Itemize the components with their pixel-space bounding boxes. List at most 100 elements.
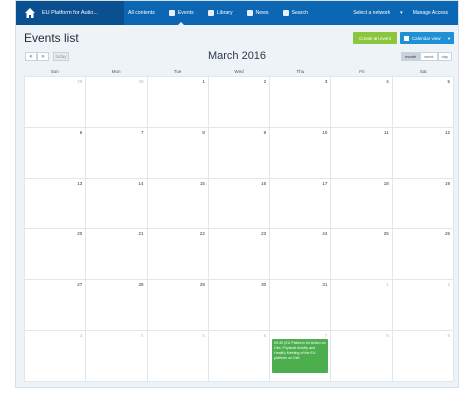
calendar-day-cell[interactable]: 16 <box>208 178 271 230</box>
calendar-week: 28 29 1 2 3 4 5 <box>25 77 454 128</box>
calendar-day-cell[interactable]: 21 <box>86 229 148 281</box>
calendar-day-cell[interactable]: 8 <box>331 331 393 382</box>
calendar-day-cell[interactable]: 6 <box>208 331 271 382</box>
chevron-right-icon: > <box>41 53 45 60</box>
calendar-day-cell[interactable]: 2 <box>392 280 454 332</box>
calendar-day-cell[interactable]: 18 <box>331 178 393 230</box>
calendar-day-cell[interactable]: 17 <box>270 178 332 230</box>
days-of-week: Sun Mon Tue Wed Thu Fri Sat <box>24 68 454 76</box>
view-day-button[interactable]: day <box>437 52 452 61</box>
calendar-day-cell[interactable]: 25 <box>331 229 393 281</box>
day-number: 23 <box>261 231 267 237</box>
calendar-week: 3 4 5 6 7 09:30 (EU Platform for Action on Di… <box>25 331 454 382</box>
calendar-day-cell[interactable]: 13 <box>25 178 87 230</box>
calendar-day-cell[interactable]: 5 <box>147 331 209 382</box>
calendar-pager: < > today <box>25 52 69 61</box>
day-number: 11 <box>384 129 389 135</box>
calendar-day-cell[interactable]: 9 <box>208 127 271 179</box>
day-number: 29 <box>138 79 144 84</box>
calendar-day-cell[interactable]: 5 <box>392 77 454 128</box>
calendar-day-cell[interactable]: 1 <box>147 77 209 128</box>
day-number: 9 <box>263 129 267 135</box>
calendar-day-cell[interactable]: 1 <box>331 280 393 332</box>
day-number: 4 <box>386 79 389 84</box>
day-number: 27 <box>77 282 83 288</box>
calendar-day-cell[interactable]: 20 <box>25 229 87 281</box>
dow-label: Tue <box>173 69 182 74</box>
view-week-button[interactable]: week <box>420 52 438 61</box>
create-event-button[interactable]: Create an event <box>353 32 397 44</box>
calendar-day-cell[interactable]: 26 <box>392 229 454 281</box>
top-navigation: EU Platform for Autio... All contents Ev… <box>16 1 458 25</box>
month-calendar: Sun Mon Tue Wed Thu Fri Sat 28 29 1 2 3 4 5 6 7 8… <box>24 68 454 382</box>
nav-events[interactable]: Events <box>168 1 194 25</box>
calendar-day-cell[interactable]: 31 <box>270 280 332 332</box>
select-network-dropdown[interactable]: Select a network <box>353 10 390 16</box>
day-number: 1 <box>202 79 205 84</box>
calendar-day-cell[interactable]: 9 <box>392 331 454 382</box>
day-number: 5 <box>447 79 450 84</box>
view-month-button[interactable]: month <box>401 52 421 61</box>
calendar-day-cell[interactable]: 14 <box>86 178 148 230</box>
calendar-day-cell[interactable]: 3 <box>270 77 332 128</box>
day-number: 25 <box>383 231 389 237</box>
calendar-day-cell[interactable]: 3 <box>25 331 87 382</box>
nav-library[interactable]: Library <box>207 1 233 25</box>
calendar-day-cell[interactable]: 10 <box>270 127 332 179</box>
calendar-day-cell[interactable]: 4 <box>86 331 148 382</box>
calendar-week: 20 21 22 23 24 25 26 <box>25 229 454 281</box>
day-number: 15 <box>199 180 205 186</box>
day-number: 3 <box>79 333 83 339</box>
brand-title: EU Platform for Autio... <box>42 10 98 16</box>
calendar-day-cell[interactable]: 28 <box>86 280 148 332</box>
day-number: 18 <box>383 180 389 186</box>
day-number: 5 <box>202 333 205 339</box>
nav-search[interactable]: Search <box>282 1 308 25</box>
day-number: 4 <box>141 333 144 339</box>
calendar-day-cell[interactable]: 24 <box>270 229 332 281</box>
calendar-event[interactable]: 09:30 (EU Platform for Action on Diet, P… <box>272 339 329 374</box>
app-frame: EU Platform for Autio... All contents Ev… <box>15 0 459 388</box>
view-switcher: month week day <box>401 52 452 61</box>
calendar-day-cell[interactable]: 29 <box>86 77 148 128</box>
calendar-day-cell[interactable]: 19 <box>392 178 454 230</box>
month-title: March 2016 <box>207 50 267 62</box>
day-number: 2 <box>263 79 267 84</box>
calendar-day-cell[interactable]: 7 09:30 (EU Platform for Action on Diet, … <box>270 331 332 382</box>
day-number: 31 <box>322 282 328 288</box>
calendar-view-button[interactable]: Calendar view ▼ <box>400 32 454 44</box>
calendar-day-cell[interactable]: 12 <box>392 127 454 179</box>
brand[interactable]: EU Platform for Autio... <box>16 1 124 25</box>
calendar-day-cell[interactable]: 30 <box>208 280 271 332</box>
calendar-day-cell[interactable]: 28 <box>25 77 87 128</box>
calendar-day-cell[interactable]: 8 <box>147 127 209 179</box>
day-number: 6 <box>263 333 267 339</box>
day-number: 7 <box>141 129 144 135</box>
today-button[interactable]: today <box>53 52 69 61</box>
day-number: 17 <box>322 180 328 186</box>
nav-label: News <box>255 10 269 16</box>
day-number: 20 <box>77 231 83 237</box>
next-month-button[interactable]: > <box>37 52 49 61</box>
calendar-day-cell[interactable]: 22 <box>147 229 209 281</box>
day-number: 8 <box>386 333 389 339</box>
dow-label: Sat <box>419 69 427 74</box>
prev-month-button[interactable]: < <box>25 52 37 61</box>
calendar-day-cell[interactable]: 15 <box>147 178 209 230</box>
calendar-day-cell[interactable]: 7 <box>86 127 148 179</box>
nav-news[interactable]: News <box>246 1 269 25</box>
calendar-icon <box>404 35 409 41</box>
calendar-day-cell[interactable]: 11 <box>331 127 393 179</box>
nav-all-contents[interactable]: All contents <box>128 1 155 25</box>
calendar-day-cell[interactable]: 6 <box>25 127 87 179</box>
day-number: 6 <box>79 129 83 135</box>
day-number: 30 <box>261 282 267 288</box>
calendar-day-cell[interactable]: 2 <box>208 77 271 128</box>
calendar-day-cell[interactable]: 23 <box>208 229 271 281</box>
day-number: 19 <box>444 180 450 186</box>
calendar-day-cell[interactable]: 4 <box>331 77 393 128</box>
calendar-day-cell[interactable]: 29 <box>147 280 209 332</box>
day-number: 12 <box>444 129 450 135</box>
calendar-day-cell[interactable]: 27 <box>25 280 87 332</box>
manage-access-link[interactable]: Manage Access <box>413 10 448 16</box>
